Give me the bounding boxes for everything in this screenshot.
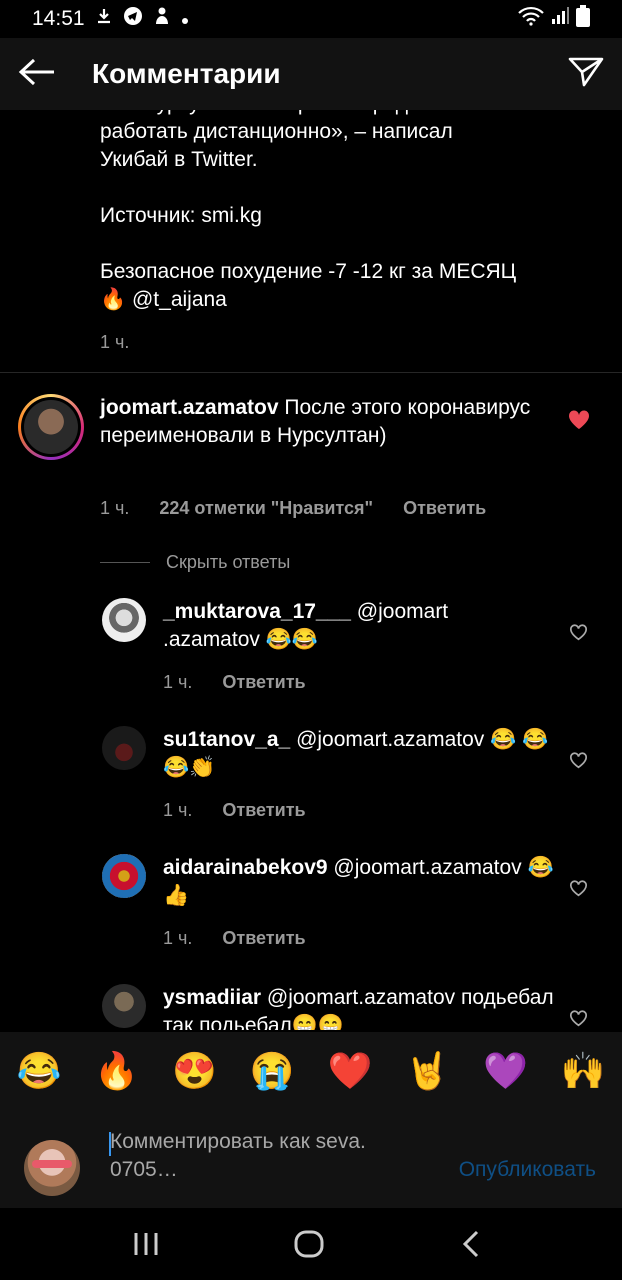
- reply-text: _muktarova_17___ @joomart .azamatov 😂😂: [163, 598, 533, 654]
- heart-icon[interactable]: [569, 624, 588, 646]
- post-caption: нет. Нурсултан Назарбаев продолжает рабо…: [100, 110, 517, 311]
- reply-button[interactable]: Ответить: [222, 928, 305, 949]
- avatar-mask-bar: [32, 1160, 72, 1168]
- like-count[interactable]: 224 отметки "Нравится": [159, 498, 373, 519]
- reply-text: ysmadiiar @joomart.azamatov подьебал так…: [163, 984, 563, 1030]
- avatar[interactable]: [102, 598, 146, 642]
- back-arrow-icon[interactable]: [18, 57, 56, 92]
- share-direct-icon[interactable]: [568, 56, 604, 93]
- heart-icon[interactable]: [569, 752, 588, 774]
- notification-icon: [153, 6, 171, 32]
- recent-apps-icon[interactable]: [132, 1230, 160, 1263]
- download-icon: [95, 7, 113, 31]
- avatar: [24, 400, 78, 454]
- reply-button[interactable]: Ответить: [222, 672, 305, 693]
- emoji-heart-eyes-button[interactable]: 😍: [172, 1050, 217, 1092]
- emoji-raised-hands-button[interactable]: 🙌: [561, 1050, 606, 1092]
- reply-username[interactable]: _muktarova_17___: [163, 600, 351, 623]
- liked-heart-icon[interactable]: [568, 410, 590, 435]
- avatar-story-ring[interactable]: [18, 394, 84, 460]
- reply-button[interactable]: Ответить: [222, 800, 305, 821]
- wifi-icon: [518, 6, 544, 32]
- hide-replies-label: Скрыть ответы: [166, 552, 291, 572]
- comment-input[interactable]: Комментировать как seva. 0705…: [110, 1128, 420, 1184]
- comment-text: joomart.azamatov После этого коронавирус…: [100, 394, 550, 450]
- page-title: Комментарии: [92, 58, 281, 89]
- reply-username[interactable]: su1tanov_a_: [163, 728, 290, 751]
- reply-button[interactable]: Ответить: [403, 498, 486, 519]
- reply-time: 1 ч.: [163, 800, 193, 820]
- heart-icon[interactable]: [569, 1010, 588, 1030]
- emoji-purple-heart-button[interactable]: 💜: [483, 1050, 528, 1092]
- status-bar: 14:51: [0, 0, 622, 38]
- reply-text: aidarainabekov9 @joomart.azamatov 😂👍: [163, 854, 563, 910]
- emoji-crying-button[interactable]: 😭: [250, 1050, 295, 1092]
- reply-username[interactable]: aidarainabekov9: [163, 856, 328, 879]
- comment-composer: Комментировать как seva. 0705… Опубликов…: [0, 1110, 622, 1208]
- top-app-bar: Комментарии: [0, 38, 622, 110]
- home-icon[interactable]: [294, 1230, 324, 1263]
- reply-text: su1tanov_a_ @joomart.azamatov 😂 😂😂👏: [163, 726, 553, 782]
- replies-line: [100, 562, 150, 563]
- battery-icon: [576, 5, 590, 33]
- reply-time: 1 ч.: [163, 928, 193, 948]
- reply-time: 1 ч.: [163, 672, 193, 692]
- comment-time: 1 ч.: [100, 498, 130, 518]
- emoji-fire-button[interactable]: 🔥: [94, 1050, 139, 1092]
- reply-username[interactable]: ysmadiiar: [163, 986, 261, 1009]
- status-time: 14:51: [32, 7, 85, 30]
- signal-icon: [550, 6, 570, 32]
- caption-time: 1 ч.: [100, 332, 130, 352]
- telegram-icon: [123, 6, 143, 32]
- publish-button[interactable]: Опубликовать: [459, 1158, 596, 1182]
- emoji-quick-bar: 😂 🔥 😍 😭 ❤️ 🤘 💜 🙌: [0, 1032, 622, 1110]
- nav-back-icon[interactable]: [460, 1230, 482, 1263]
- avatar: [24, 1140, 80, 1196]
- system-nav-bar: [0, 1208, 622, 1280]
- dot-icon: [181, 7, 189, 31]
- caption-divider: [0, 372, 622, 373]
- heart-icon[interactable]: [569, 880, 588, 902]
- avatar[interactable]: [102, 984, 146, 1028]
- hide-replies-toggle[interactable]: Скрыть ответы: [100, 552, 290, 573]
- avatar[interactable]: [102, 726, 146, 770]
- avatar[interactable]: [102, 854, 146, 898]
- emoji-red-heart-button[interactable]: ❤️: [327, 1050, 372, 1092]
- emoji-rock-on-button[interactable]: 🤘: [405, 1050, 450, 1092]
- comments-list[interactable]: нет. Нурсултан Назарбаев продолжает рабо…: [0, 110, 622, 1030]
- comment-username[interactable]: joomart.azamatov: [100, 396, 279, 419]
- emoji-laugh-button[interactable]: 😂: [16, 1050, 61, 1092]
